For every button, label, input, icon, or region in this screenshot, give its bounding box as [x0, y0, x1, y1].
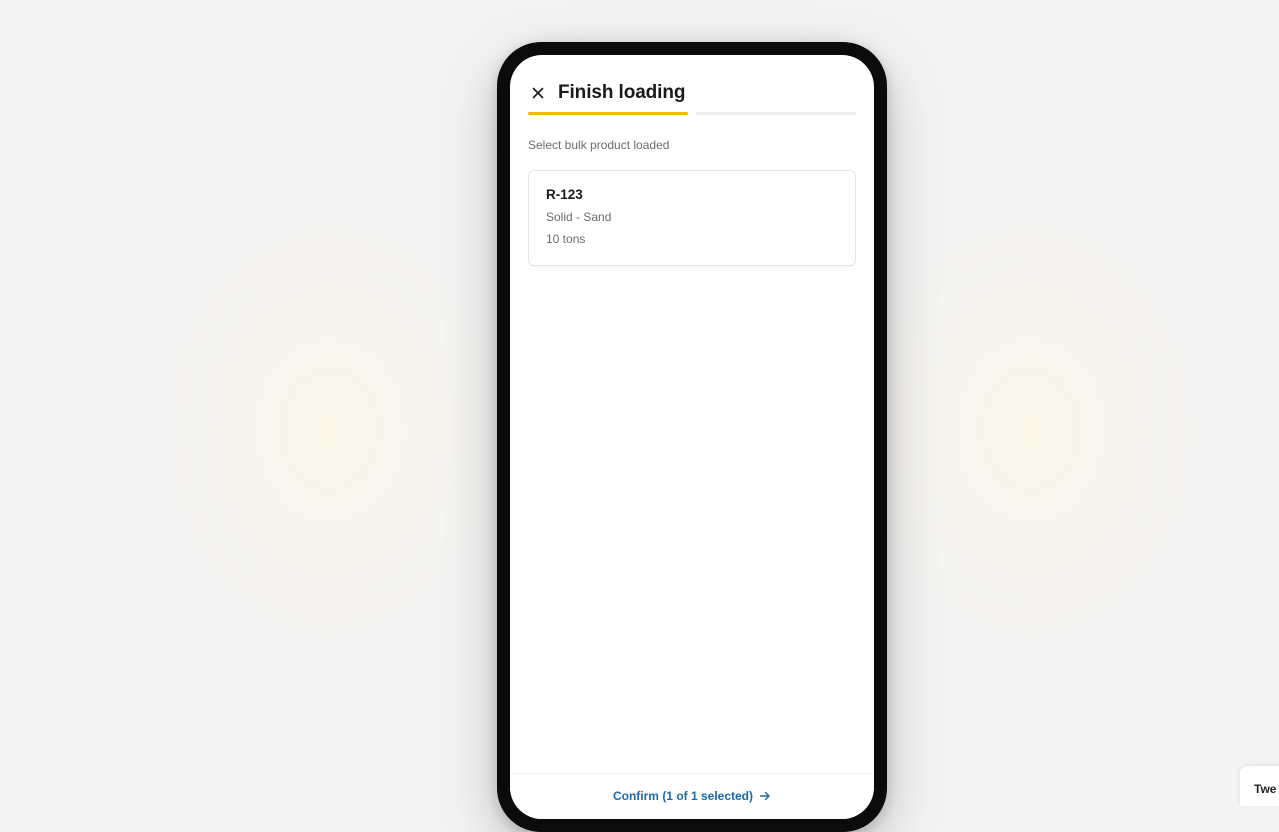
- page-background: Finish loading Select bulk product loade…: [0, 0, 1279, 832]
- step-progress: [528, 112, 856, 115]
- progress-step-1: [528, 112, 688, 115]
- product-quantity: 10 tons: [546, 232, 586, 246]
- tweaks-tab[interactable]: Twe: [1240, 766, 1279, 806]
- product-code: R-123: [546, 187, 583, 202]
- progress-step-2: [696, 112, 856, 115]
- phone-frame: Finish loading Select bulk product loade…: [497, 42, 887, 832]
- product-card[interactable]: R-123 Solid - Sand 10 tons: [528, 170, 856, 266]
- close-icon: [532, 87, 544, 99]
- confirm-label: Confirm (1 of 1 selected): [612, 788, 754, 803]
- phone-screen: Finish loading Select bulk product loade…: [510, 55, 874, 819]
- instruction-text: Select bulk product loaded: [528, 138, 670, 152]
- arrow-right-icon: [759, 791, 770, 800]
- page-title: Finish loading: [558, 82, 686, 103]
- modal-header: Finish loading: [528, 73, 856, 113]
- close-button[interactable]: [528, 83, 548, 103]
- confirm-button[interactable]: Confirm (1 of 1 selected): [613, 789, 771, 803]
- product-type: Solid - Sand: [546, 210, 612, 224]
- modal-footer: Confirm (1 of 1 selected): [510, 773, 874, 819]
